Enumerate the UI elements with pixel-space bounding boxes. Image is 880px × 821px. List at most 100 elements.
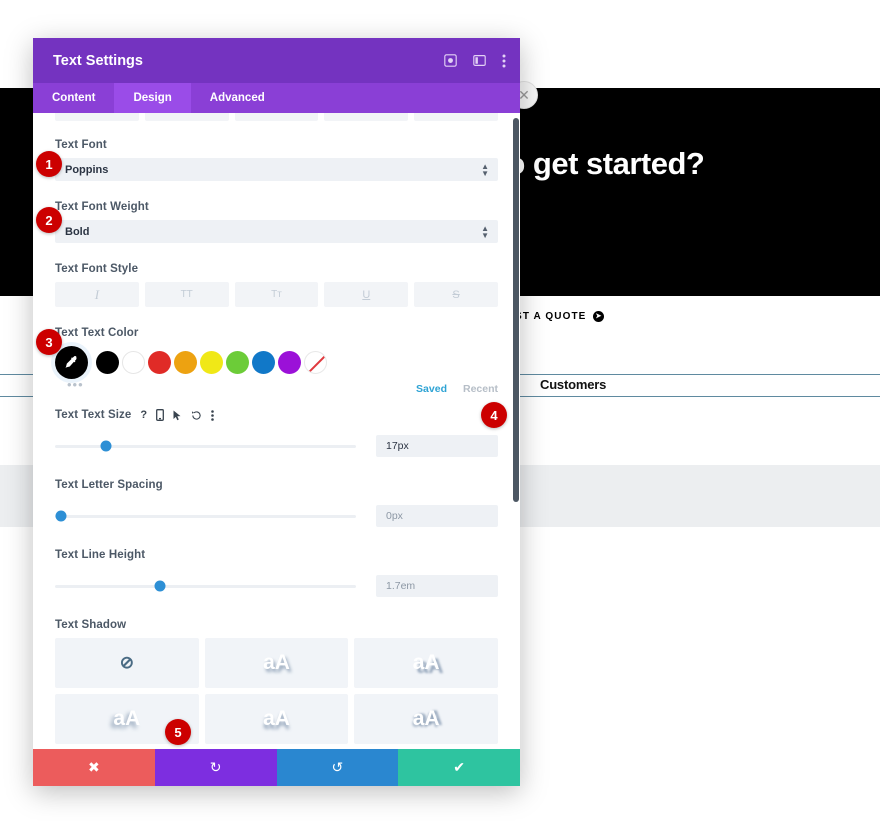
text-font-style-label: Text Font Style [55,263,139,275]
settings-scroll-area[interactable]: Text Font Poppins ▲ ▼ Text Font Weight Bo… [33,113,520,749]
field-text-size: Text Text Size ? 17px [55,409,498,457]
text-size-header: Text Text Size ? [55,409,498,421]
text-size-value: 17px [386,440,409,452]
text-shadow-grid: ⊘ aA aA aA aA aA [55,638,498,744]
more-vertical-icon[interactable] [502,54,506,68]
color-swatch-row [55,346,498,379]
text-size-slider-row: 17px [55,435,498,457]
modal-header: Text Settings [33,38,520,83]
font-style-button-row: I TT Tт U S [55,282,498,307]
clipped-cell [324,113,409,121]
text-font-weight-select[interactable]: Bold ▲ ▼ [55,220,498,243]
redo-button[interactable]: ↺ [276,749,399,786]
recent-colors-tab[interactable]: Recent [463,383,498,395]
tab-advanced[interactable]: Advanced [191,83,284,113]
text-font-label: Text Font [55,139,107,151]
text-font-weight-label: Text Font Weight [55,201,149,213]
modal-body: Text Font Poppins ▲ ▼ Text Font Weight Bo… [33,113,520,749]
line-height-slider-handle[interactable] [154,580,166,592]
underline-icon[interactable]: U [324,282,409,307]
swatch-yellow[interactable] [200,351,223,374]
shadow-bottom-right[interactable]: aA [204,638,349,688]
swatch-purple[interactable] [278,351,301,374]
save-button[interactable]: ✔ [398,749,520,786]
chevron-updown-icon: ▲ ▼ [481,223,489,240]
no-shadow-icon: ⊘ [119,653,134,672]
line-height-label: Text Line Height [55,549,146,561]
modal-footer: ✖ ↻ ↺ ✔ [33,749,520,786]
strikethrough-icon[interactable]: S [414,282,498,307]
swatch-black[interactable] [96,351,119,374]
swatch-transparent[interactable] [304,351,327,374]
shadow-bottom[interactable]: aA [204,694,349,744]
field-text-color: Text Text Color ••• Saved Recent [55,327,498,395]
text-color-label: Text Text Color [55,327,139,339]
tab-content[interactable]: Content [33,83,114,113]
responsive-device-icon[interactable] [156,409,165,421]
reset-icon[interactable] [191,410,202,421]
swatch-green[interactable] [226,351,249,374]
text-font-weight-value: Bold [65,225,90,238]
small-caps-icon[interactable]: Tт [234,282,319,307]
text-size-slider-handle[interactable] [100,440,112,452]
text-size-slider[interactable] [55,440,356,452]
undo-button[interactable]: ↻ [154,749,277,786]
field-text-font-weight: Text Font Weight Bold ▲ ▼ [55,201,498,243]
customers-label: Customers [540,377,607,392]
checkmark-icon: ✔ [453,759,465,775]
swatch-orange[interactable] [174,351,197,374]
line-height-input[interactable]: 1.7em [376,575,498,597]
line-height-slider-row: 1.7em [55,575,498,597]
letter-spacing-slider-handle[interactable] [55,510,67,522]
annotation-badge-5: 5 [165,719,191,745]
field-letter-spacing: Text Letter Spacing 0px [55,479,498,527]
color-tabs: Saved Recent [55,383,498,395]
annotation-badge-2: 2 [36,207,62,233]
text-font-select[interactable]: Poppins ▲ ▼ [55,158,498,181]
letter-spacing-slider[interactable] [55,510,356,522]
italic-icon[interactable]: I [55,282,139,307]
text-shadow-label: Text Shadow [55,619,127,631]
modal-tabs: Content Design Advanced [33,83,520,113]
clipped-control-row [55,113,498,121]
text-size-label: Text Text Size [55,409,132,421]
chevron-updown-icon: ▲ ▼ [481,161,489,178]
modal-scrollbar[interactable] [513,118,519,502]
shadow-hard-right[interactable]: aA [354,638,498,688]
help-icon[interactable]: ? [140,409,147,421]
field-text-font-style: Text Font Style I TT Tт U S [55,263,498,307]
annotation-badge-3: 3 [36,329,62,355]
focus-target-icon[interactable] [444,54,457,67]
shadow-outline[interactable]: aA [354,694,498,744]
more-vertical-icon[interactable] [211,409,214,421]
eyedropper-icon[interactable] [55,346,88,379]
line-height-value: 1.7em [386,580,416,592]
swatch-white[interactable] [122,351,145,374]
arrow-right-circle-icon: ➤ [593,310,605,322]
swatch-blue[interactable] [252,351,275,374]
panel-layout-icon[interactable] [473,54,486,67]
letter-spacing-label: Text Letter Spacing [55,479,163,491]
clipped-cell [144,113,229,121]
redo-icon: ↺ [331,759,344,775]
hover-cursor-icon[interactable] [173,410,182,421]
cancel-button[interactable]: ✖ [33,749,155,786]
modal-title: Text Settings [53,52,143,69]
swatch-red[interactable] [148,351,171,374]
field-text-font: Text Font Poppins ▲ ▼ [55,139,498,181]
text-size-input[interactable]: 17px [376,435,498,457]
shadow-none[interactable]: ⊘ [55,638,199,688]
uppercase-icon[interactable]: TT [144,282,229,307]
text-font-value: Poppins [65,163,109,176]
clipped-cell [55,113,139,121]
close-icon: ✖ [88,759,100,775]
clipped-cell [414,113,498,121]
tab-design[interactable]: Design [114,83,191,113]
letter-spacing-slider-row: 0px [55,505,498,527]
text-settings-modal: Text Settings Content Design Advanced Te… [33,38,520,786]
line-height-slider[interactable] [55,580,356,592]
letter-spacing-input[interactable]: 0px [376,505,498,527]
annotation-badge-1: 1 [36,151,62,177]
undo-icon: ↻ [209,759,222,775]
saved-colors-tab[interactable]: Saved [416,383,447,395]
